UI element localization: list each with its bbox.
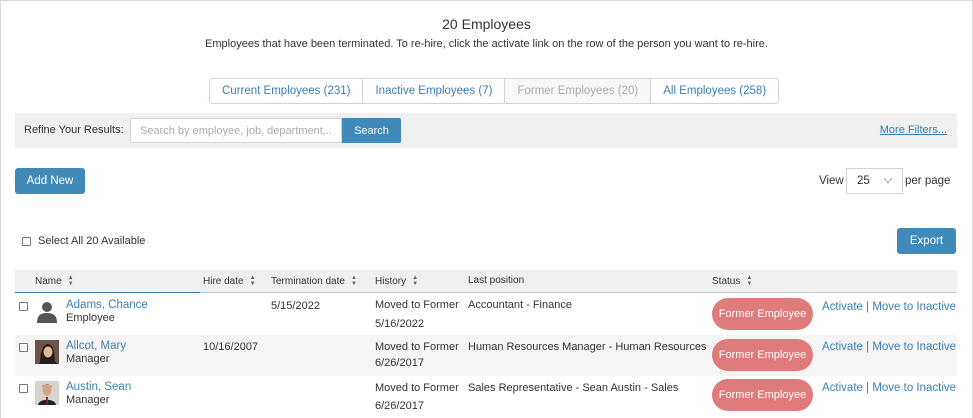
column-hire-date[interactable]: Hire date ▲ ▼ bbox=[203, 275, 256, 287]
row-checkbox[interactable] bbox=[19, 302, 28, 311]
termination-date: 5/15/2022 bbox=[271, 300, 320, 312]
last-position: Sales Representative - Sean Austin - Sal… bbox=[468, 382, 679, 394]
move-to-inactive-link[interactable]: Move to Inactive bbox=[872, 341, 956, 353]
table-header: Name ▲ ▼ Hire date ▲ ▼ Termination date ▲ ▼… bbox=[15, 270, 957, 293]
tab-former-employees[interactable]: Former Employees (20) bbox=[505, 79, 652, 103]
sort-icon: ▲ ▼ bbox=[350, 275, 357, 287]
action-separator: | bbox=[866, 382, 870, 394]
select-all-label: Select All 20 Available bbox=[38, 235, 146, 247]
search-button[interactable]: Search bbox=[342, 118, 401, 143]
status-badge: Former Employee bbox=[712, 379, 813, 411]
row-actions: Activate | Move to Inactive bbox=[822, 382, 956, 394]
page-title: 20 Employees bbox=[442, 16, 531, 32]
row-checkbox[interactable] bbox=[19, 343, 28, 352]
page-size-value: 25 bbox=[857, 175, 870, 187]
export-button[interactable]: Export bbox=[897, 228, 956, 254]
column-termination-date-label: Termination date bbox=[271, 275, 345, 287]
column-name[interactable]: Name ▲ ▼ bbox=[35, 275, 74, 287]
row-actions: Activate | Move to Inactive bbox=[822, 341, 956, 353]
column-hire-date-label: Hire date bbox=[203, 275, 244, 287]
column-last-position: Last position bbox=[468, 275, 524, 286]
history-event: Moved to Former bbox=[375, 382, 459, 394]
action-separator: | bbox=[866, 341, 870, 353]
employee-name-link[interactable]: Adams, Chance bbox=[66, 299, 148, 311]
name-column-underline bbox=[15, 292, 200, 293]
activate-link[interactable]: Activate bbox=[822, 382, 863, 394]
activate-link[interactable]: Activate bbox=[822, 341, 863, 353]
tab-inactive-employees[interactable]: Inactive Employees (7) bbox=[363, 79, 506, 103]
filter-bar: Refine Your Results: Search More Filters… bbox=[15, 113, 957, 148]
select-all[interactable]: Select All 20 Available bbox=[22, 235, 145, 247]
last-position: Accountant - Finance bbox=[468, 299, 572, 311]
table-row: Allcot, Mary Manager 10/16/2007 Moved to… bbox=[15, 335, 957, 376]
column-termination-date[interactable]: Termination date ▲ ▼ bbox=[271, 275, 357, 287]
table-row: Austin, Sean Manager Moved to Former 6/2… bbox=[15, 376, 957, 417]
action-separator: | bbox=[866, 301, 870, 313]
more-filters-link[interactable]: More Filters... bbox=[880, 124, 947, 136]
move-to-inactive-link[interactable]: Move to Inactive bbox=[872, 301, 956, 313]
page-size-select[interactable]: 25 bbox=[846, 168, 903, 194]
employee-name-link[interactable]: Allcot, Mary bbox=[66, 340, 126, 352]
status-badge: Former Employee bbox=[712, 298, 813, 330]
view-label: View bbox=[819, 175, 844, 187]
last-position: Human Resources Manager - Human Resource… bbox=[468, 341, 707, 353]
employee-role: Manager bbox=[66, 353, 110, 365]
employee-name-link[interactable]: Austin, Sean bbox=[66, 381, 131, 393]
per-page-label: per page bbox=[905, 175, 951, 187]
history-date: 6/26/2017 bbox=[375, 400, 424, 412]
sort-icon: ▲ ▼ bbox=[746, 275, 753, 287]
tab-all-employees[interactable]: All Employees (258) bbox=[651, 79, 778, 103]
history-event: Moved to Former bbox=[375, 299, 459, 311]
sort-icon: ▲ ▼ bbox=[412, 275, 419, 287]
column-history[interactable]: History ▲ ▼ bbox=[375, 275, 418, 287]
hire-date: 10/16/2007 bbox=[203, 341, 259, 353]
move-to-inactive-link[interactable]: Move to Inactive bbox=[872, 382, 956, 394]
history-date: 6/26/2017 bbox=[375, 357, 424, 369]
status-badge: Former Employee bbox=[712, 339, 813, 371]
employee-role: Manager bbox=[66, 394, 110, 406]
column-last-position-label: Last position bbox=[468, 275, 525, 286]
employee-photo bbox=[35, 381, 59, 405]
column-history-label: History bbox=[375, 275, 407, 287]
column-status-label: Status bbox=[712, 275, 741, 287]
tab-current-employees[interactable]: Current Employees (231) bbox=[210, 79, 364, 103]
table-row: Adams, Chance Employee 5/15/2022 Moved t… bbox=[15, 294, 957, 335]
employee-photo bbox=[35, 340, 59, 364]
add-new-button[interactable]: Add New bbox=[15, 168, 85, 194]
person-silhouette-icon bbox=[35, 299, 59, 323]
history-date: 5/16/2022 bbox=[375, 318, 424, 330]
employee-role: Employee bbox=[66, 312, 115, 324]
search-input[interactable] bbox=[130, 118, 342, 143]
filter-label: Refine Your Results: bbox=[24, 124, 124, 136]
select-all-checkbox[interactable] bbox=[22, 236, 31, 246]
sort-icon: ▲ ▼ bbox=[67, 275, 74, 287]
activate-link[interactable]: Activate bbox=[822, 301, 863, 313]
row-checkbox[interactable] bbox=[19, 384, 28, 393]
employee-tabs: Current Employees (231) Inactive Employe… bbox=[209, 78, 780, 104]
page-subtitle: Employees that have been terminated. To … bbox=[205, 38, 768, 50]
column-status[interactable]: Status ▲ ▼ bbox=[712, 275, 752, 287]
chevron-down-icon bbox=[883, 169, 893, 203]
row-actions: Activate | Move to Inactive bbox=[822, 301, 956, 313]
column-name-label: Name bbox=[35, 275, 62, 287]
sort-icon: ▲ ▼ bbox=[249, 275, 256, 287]
history-event: Moved to Former bbox=[375, 341, 459, 353]
